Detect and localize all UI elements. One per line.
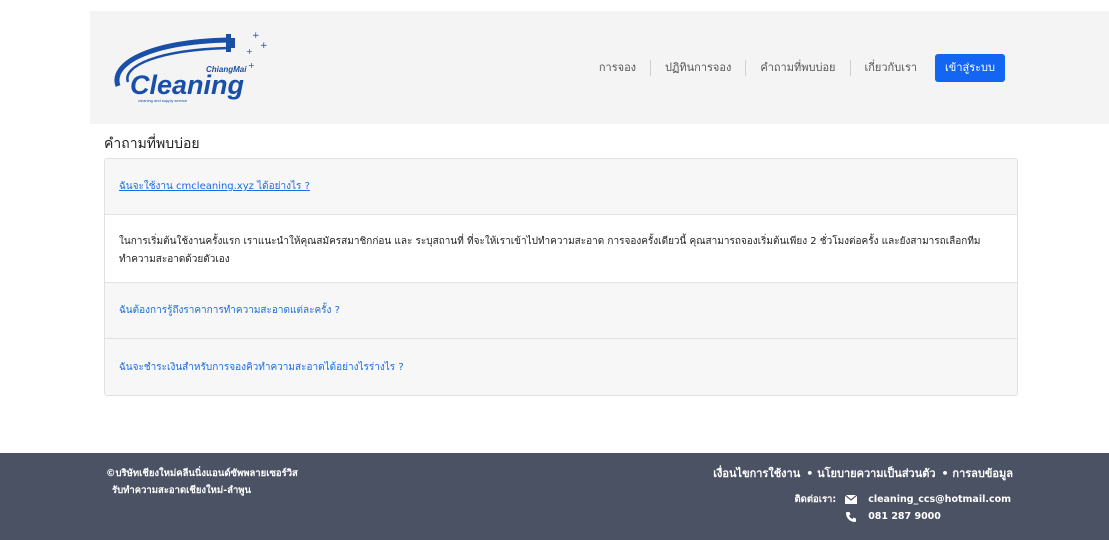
mail-icon [844,494,858,506]
footer: ©บริษัทเชียงใหม่คลีนนิ่งแอนด์ซัพพลายเซอร… [0,453,1109,540]
logo-tagline: cleaning and supply service [138,98,188,103]
logo-brand-main: Cleaning [130,70,245,100]
faq-question-1[interactable]: ฉันจะใช้งาน cmcleaning.xyz ได้อย่างไร ? [105,159,1017,215]
nav-item-calendar[interactable]: ปฏิทินการจอง [651,60,747,76]
svg-text:+: + [252,31,260,41]
nav-item-booking[interactable]: การจอง [585,60,652,76]
svg-text:+: + [260,41,268,51]
main-nav: การจอง ปฏิทินการจอง คำถามที่พบบ่อย เกี่ย… [585,54,1005,82]
contact-phone[interactable]: 081 287 9000 [868,511,941,522]
footer-links: เงื่อนไขการใช้งาน • นโยบายความเป็นส่วนตั… [713,464,1013,482]
footer-company-service: รับทำความสะอาดเชียงใหม่-ลำพูน [112,485,252,496]
footer-contact: ติดต่อเรา: cleaning_ccs@hotmail.com 081 … [780,491,1011,525]
faq-answer-1: ในการเริ่มต้นใช้งานครั้งแรก เราแนะนำให้ค… [105,215,1017,283]
svg-text:+: + [248,61,255,70]
svg-text:+: + [246,47,253,56]
login-button[interactable]: เข้าสู่ระบบ [935,54,1005,82]
nav-item-about[interactable]: เกี่ยวกับเรา [851,60,932,76]
faq-question-1-text[interactable]: ฉันจะใช้งาน cmcleaning.xyz ได้อย่างไร ? [119,179,310,194]
logo[interactable]: + + + + ChiangMai Cleaning cleaning and … [108,24,278,104]
contact-phone-row: 081 287 9000 [780,508,1011,525]
contact-label: ติดต่อเรา: [794,494,837,505]
nav-item-faq[interactable]: คำถามที่พบบ่อย [746,60,851,76]
footer-company-name: ©บริษัทเชียงใหม่คลีนนิ่งแอนด์ซัพพลายเซอร… [106,468,298,479]
footer-link-data-deletion[interactable]: • การลบข้อมูล [942,464,1013,482]
faq-accordion: ฉันจะใช้งาน cmcleaning.xyz ได้อย่างไร ? … [104,158,1018,396]
faq-question-2-text[interactable]: ฉันต้องการรู้ถึงราคาการทำความสะอาดแต่ละค… [119,303,340,318]
phone-icon [844,511,858,523]
faq-question-3-text[interactable]: ฉันจะชำระเงินสำหรับการจองคิวทำความสะอาดไ… [119,360,404,375]
faq-question-2[interactable]: ฉันต้องการรู้ถึงราคาการทำความสะอาดแต่ละค… [105,283,1017,339]
header: + + + + ChiangMai Cleaning cleaning and … [0,0,1109,124]
footer-company: ©บริษัทเชียงใหม่คลีนนิ่งแอนด์ซัพพลายเซอร… [106,465,298,499]
faq-question-3[interactable]: ฉันจะชำระเงินสำหรับการจองคิวทำความสะอาดไ… [105,339,1017,395]
contact-email[interactable]: cleaning_ccs@hotmail.com [868,494,1011,505]
page-title: คำถามที่พบบ่อย [104,136,200,152]
contact-email-row: ติดต่อเรา: cleaning_ccs@hotmail.com [780,491,1011,508]
footer-link-privacy[interactable]: • นโยบายความเป็นส่วนตัว [806,464,935,482]
footer-link-terms[interactable]: เงื่อนไขการใช้งาน [713,464,800,482]
